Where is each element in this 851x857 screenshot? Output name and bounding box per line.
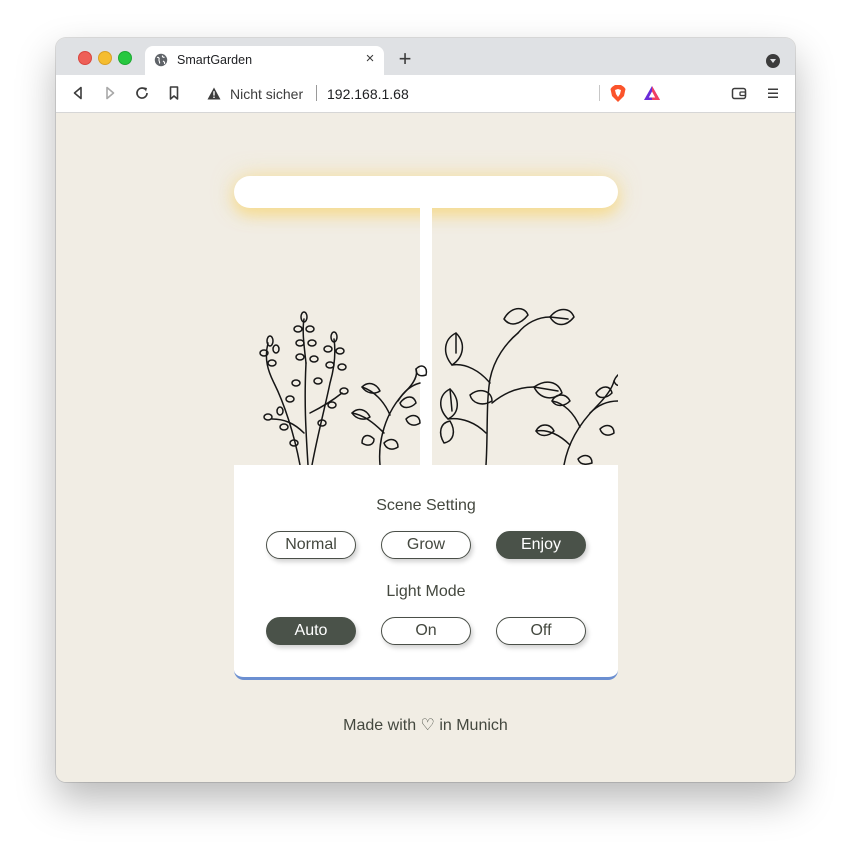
tab-bar: SmartGarden × + bbox=[56, 38, 795, 75]
menu-icon[interactable] bbox=[765, 85, 781, 101]
sprig-drawing-left bbox=[351, 365, 428, 465]
reload-icon[interactable] bbox=[134, 85, 150, 101]
sprig-drawing-right bbox=[535, 374, 618, 465]
forward-icon[interactable] bbox=[102, 85, 118, 101]
tab-title: SmartGarden bbox=[177, 53, 253, 67]
scene-normal-button[interactable]: Normal bbox=[266, 531, 356, 559]
minimize-window-button[interactable] bbox=[98, 51, 112, 65]
herb-illustration bbox=[259, 307, 618, 465]
brave-shields-icon[interactable] bbox=[609, 84, 627, 103]
wallet-icon[interactable] bbox=[731, 85, 747, 101]
brave-rewards-icon[interactable] bbox=[643, 85, 661, 101]
url-divider-right bbox=[599, 85, 600, 101]
close-tab-icon[interactable]: × bbox=[362, 51, 378, 67]
control-panel: Scene Setting Normal Grow Enjoy Light Mo… bbox=[234, 465, 618, 680]
globe-icon bbox=[154, 53, 168, 67]
scene-enjoy-button[interactable]: Enjoy bbox=[496, 531, 586, 559]
zoom-window-button[interactable] bbox=[118, 51, 132, 65]
close-window-button[interactable] bbox=[78, 51, 92, 65]
lamp-light-bar bbox=[234, 176, 618, 208]
light-on-button[interactable]: On bbox=[381, 617, 471, 645]
address-bar[interactable]: Nicht sicher 192.168.1.68 bbox=[196, 79, 670, 107]
tab-smartgarden[interactable]: SmartGarden × bbox=[145, 46, 384, 75]
toolbar: Nicht sicher 192.168.1.68 bbox=[56, 75, 795, 113]
back-icon[interactable] bbox=[70, 85, 86, 101]
scene-grow-button[interactable]: Grow bbox=[381, 531, 471, 559]
footer-text: Made with ♡ in Munich bbox=[343, 717, 508, 734]
browser-window: SmartGarden × + Nicht sicher 192.168.1.6… bbox=[56, 38, 795, 782]
basil-drawing bbox=[439, 307, 575, 465]
page-content: Scene Setting Normal Grow Enjoy Light Mo… bbox=[56, 113, 795, 782]
scene-setting-title: Scene Setting bbox=[376, 497, 476, 514]
security-status[interactable]: Nicht sicher bbox=[230, 86, 303, 102]
bookmark-icon[interactable] bbox=[166, 85, 182, 101]
light-auto-button[interactable]: Auto bbox=[266, 617, 356, 645]
light-mode-title: Light Mode bbox=[386, 583, 466, 600]
thyme-drawing bbox=[259, 311, 349, 465]
url-text[interactable]: 192.168.1.68 bbox=[327, 86, 409, 102]
light-off-button[interactable]: Off bbox=[496, 617, 586, 645]
new-tab-button[interactable]: + bbox=[395, 48, 415, 70]
url-divider bbox=[316, 85, 317, 101]
warning-icon[interactable] bbox=[207, 87, 221, 100]
tab-search-icon[interactable] bbox=[766, 54, 780, 68]
